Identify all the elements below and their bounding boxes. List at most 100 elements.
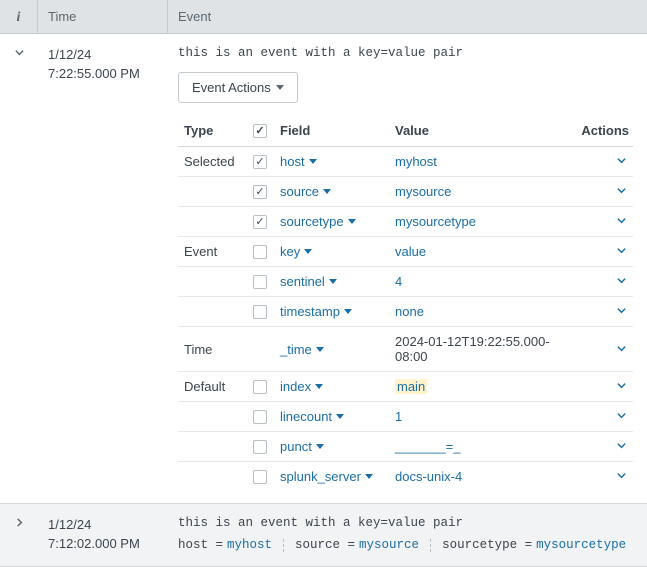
field-cell: key — [274, 237, 389, 267]
field-name: index — [280, 379, 311, 394]
field-link[interactable]: timestamp — [280, 304, 352, 319]
field-name: punct — [280, 439, 312, 454]
field-name: linecount — [280, 409, 332, 424]
check-cell — [246, 372, 274, 402]
value-cell: 2024-01-12T19:22:55.000-08:00 — [389, 327, 573, 372]
field-link[interactable]: sentinel — [280, 274, 337, 289]
caret-down-icon — [304, 249, 312, 254]
event-raw: this is an event with a key=value pair — [178, 46, 633, 60]
type-cell: Selected — [178, 147, 246, 177]
select-all-checkbox[interactable] — [253, 124, 267, 138]
check-cell — [246, 267, 274, 297]
table-row: source mysource — [178, 177, 633, 207]
caret-down-icon — [309, 159, 317, 164]
row-actions-icon[interactable] — [616, 214, 627, 229]
col-header-time[interactable]: Time — [38, 0, 168, 33]
value-cell: mysourcetype — [389, 207, 573, 237]
field-value[interactable]: value — [395, 244, 426, 259]
actions-cell — [573, 432, 633, 462]
field-summary: host =myhostsource =mysourcesourcetype =… — [178, 538, 633, 552]
field-checkbox[interactable] — [253, 470, 267, 484]
actions-cell — [573, 147, 633, 177]
check-cell — [246, 462, 274, 492]
event-time: 1/12/24 7:12:02.000 PM — [38, 504, 168, 566]
field-checkbox[interactable] — [253, 275, 267, 289]
expand-toggle-icon[interactable] — [14, 516, 25, 531]
row-actions-icon[interactable] — [616, 274, 627, 289]
separator — [283, 539, 284, 552]
field-link[interactable]: punct — [280, 439, 324, 454]
field-name: host — [280, 154, 305, 169]
event-actions-button[interactable]: Event Actions — [178, 72, 298, 103]
row-actions-icon[interactable] — [616, 184, 627, 199]
value-cell: _______=_ — [389, 432, 573, 462]
actions-cell — [573, 267, 633, 297]
field-name: sourcetype — [280, 214, 344, 229]
field-checkbox[interactable] — [253, 440, 267, 454]
summary-value[interactable]: mysourcetype — [536, 538, 626, 552]
row-actions-icon[interactable] — [616, 244, 627, 259]
row-actions-icon[interactable] — [616, 379, 627, 394]
field-cell: sourcetype — [274, 207, 389, 237]
field-checkbox[interactable] — [253, 380, 267, 394]
row-actions-icon[interactable] — [616, 154, 627, 169]
separator — [430, 539, 431, 552]
field-value[interactable]: main — [395, 379, 427, 394]
row-actions-icon[interactable] — [616, 304, 627, 319]
event-date: 1/12/24 — [48, 516, 162, 535]
th-value: Value — [389, 117, 573, 147]
field-link[interactable]: host — [280, 154, 317, 169]
field-checkbox[interactable] — [253, 410, 267, 424]
field-cell: linecount — [274, 402, 389, 432]
check-cell — [246, 237, 274, 267]
field-link[interactable]: source — [280, 184, 331, 199]
field-link[interactable]: sourcetype — [280, 214, 356, 229]
th-actions: Actions — [573, 117, 633, 147]
field-checkbox[interactable] — [253, 185, 267, 199]
field-link[interactable]: key — [280, 244, 312, 259]
summary-key: host = — [178, 538, 223, 552]
actions-cell — [573, 462, 633, 492]
summary-value[interactable]: myhost — [227, 538, 272, 552]
field-value[interactable]: mysource — [395, 184, 451, 199]
field-link[interactable]: index — [280, 379, 323, 394]
field-value[interactable]: _______=_ — [395, 439, 460, 454]
row-actions-icon[interactable] — [616, 439, 627, 454]
field-link[interactable]: _time — [280, 342, 324, 357]
table-row: sourcetype mysourcetype — [178, 207, 633, 237]
col-header-event[interactable]: Event — [168, 9, 647, 24]
events-header: i Time Event — [0, 0, 647, 34]
actions-cell — [573, 372, 633, 402]
field-value[interactable]: 1 — [395, 409, 402, 424]
event-date: 1/12/24 — [48, 46, 162, 65]
field-link[interactable]: splunk_server — [280, 469, 373, 484]
caret-down-icon — [276, 85, 284, 90]
field-cell: sentinel — [274, 267, 389, 297]
caret-down-icon — [323, 189, 331, 194]
field-cell: splunk_server — [274, 462, 389, 492]
expand-toggle-icon[interactable] — [14, 46, 25, 61]
event-time: 1/12/24 7:22:55.000 PM — [38, 34, 168, 503]
caret-down-icon — [344, 309, 352, 314]
field-checkbox[interactable] — [253, 215, 267, 229]
type-cell: Time — [178, 327, 246, 372]
caret-down-icon — [365, 474, 373, 479]
row-actions-icon[interactable] — [616, 342, 627, 357]
type-cell — [178, 177, 246, 207]
check-cell — [246, 327, 274, 372]
field-value[interactable]: mysourcetype — [395, 214, 476, 229]
field-checkbox[interactable] — [253, 155, 267, 169]
summary-value[interactable]: mysource — [359, 538, 419, 552]
th-field: Field — [274, 117, 389, 147]
field-value[interactable]: 4 — [395, 274, 402, 289]
field-checkbox[interactable] — [253, 245, 267, 259]
field-cell: _time — [274, 327, 389, 372]
field-checkbox[interactable] — [253, 305, 267, 319]
field-link[interactable]: linecount — [280, 409, 344, 424]
field-name: _time — [280, 342, 312, 357]
field-value[interactable]: docs-unix-4 — [395, 469, 462, 484]
row-actions-icon[interactable] — [616, 409, 627, 424]
row-actions-icon[interactable] — [616, 469, 627, 484]
field-value[interactable]: none — [395, 304, 424, 319]
field-value[interactable]: myhost — [395, 154, 437, 169]
